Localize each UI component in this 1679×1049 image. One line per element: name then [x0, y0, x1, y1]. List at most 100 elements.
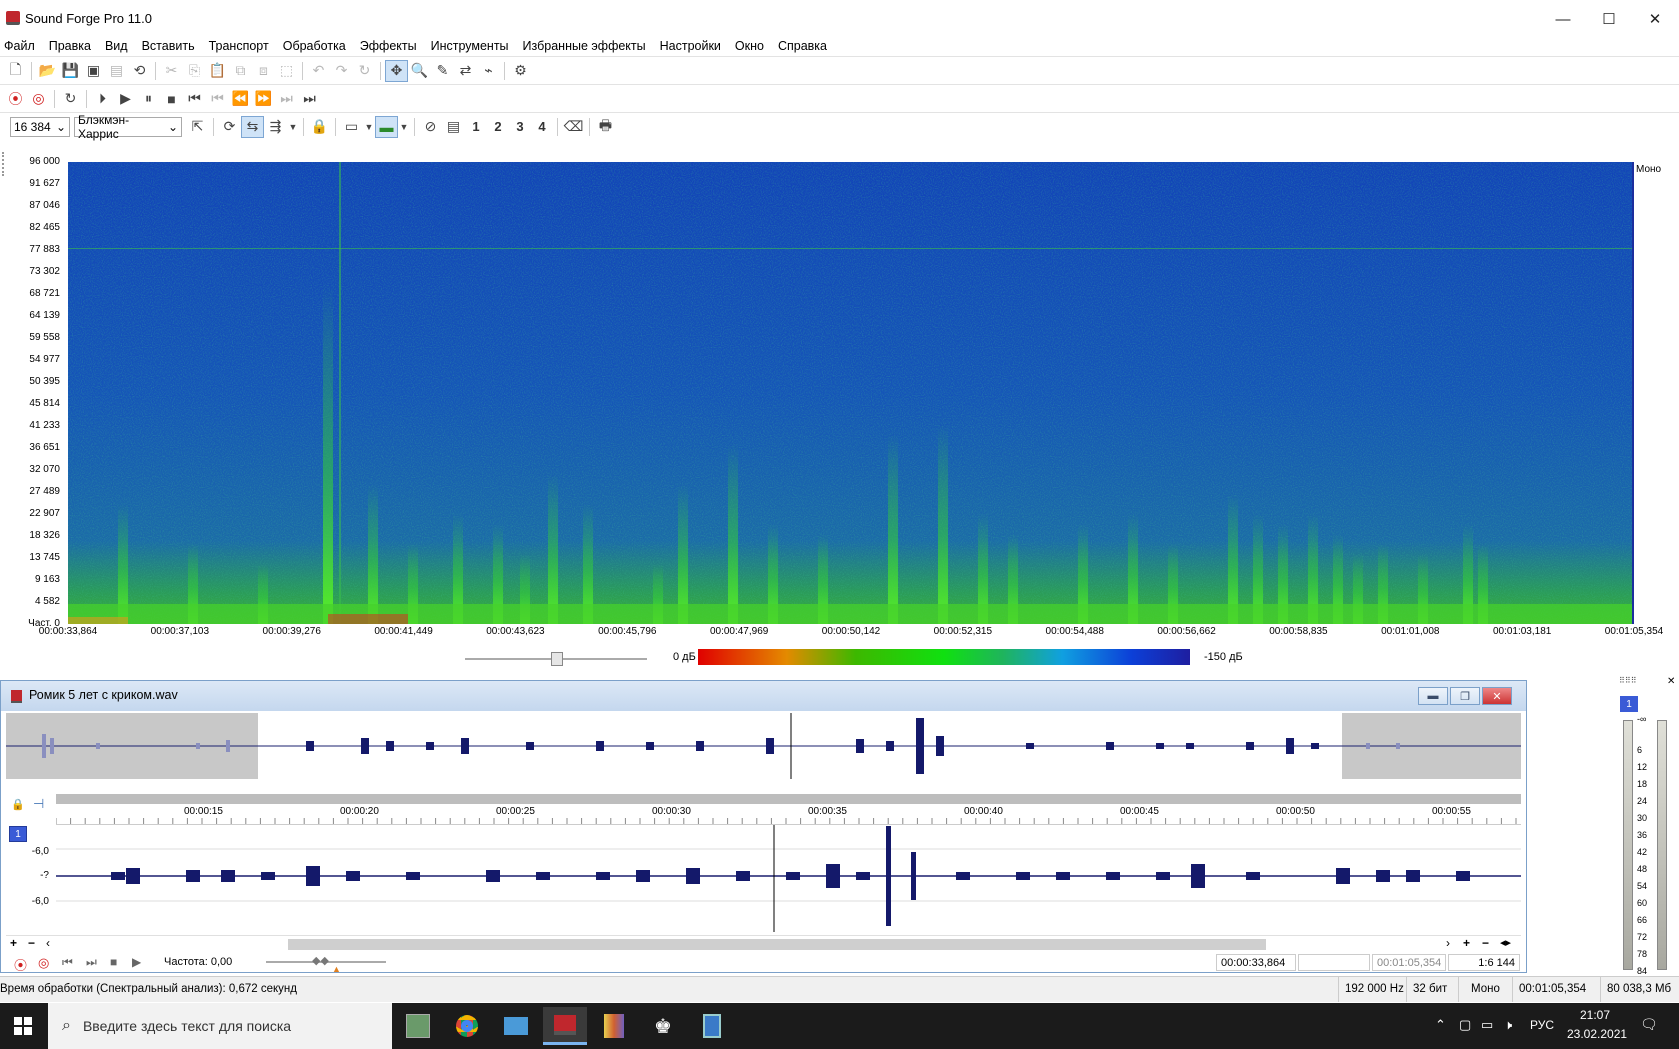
- close-button[interactable]: ✕: [1632, 0, 1678, 38]
- menu-edit[interactable]: Правка: [42, 39, 98, 53]
- waveform-view[interactable]: [56, 824, 1521, 932]
- copy-icon[interactable]: ⎘: [183, 60, 206, 82]
- document-title-bar[interactable]: Ромик 5 лет с криком.wav ▬ ❐ ✕: [1, 681, 1526, 711]
- zoom-out-icon[interactable]: −: [28, 936, 35, 950]
- go-to-start-icon[interactable]: ⏮: [62, 955, 73, 970]
- chevron-down-icon[interactable]: ▼: [287, 116, 299, 138]
- notifications-icon[interactable]: 🗨: [1640, 1016, 1658, 1033]
- undo-icon[interactable]: ↶: [307, 60, 330, 82]
- cursor-icon[interactable]: ⇱: [186, 116, 209, 138]
- window-function-select[interactable]: Блэкмэн-Харрис ⌄: [74, 113, 182, 141]
- zoom-out-icon[interactable]: −: [1482, 936, 1489, 950]
- tray-chevron-icon[interactable]: ⌃: [1435, 1017, 1446, 1033]
- repeat-icon[interactable]: ↻: [353, 60, 376, 82]
- new-file-icon[interactable]: 🗋: [4, 60, 27, 82]
- render-icon[interactable]: ⟲: [128, 60, 151, 82]
- clock-date[interactable]: 23.02.2021: [1567, 1027, 1627, 1041]
- zoom-in-icon[interactable]: +: [1463, 936, 1470, 950]
- fft-size-select[interactable]: 16 384 ⌄: [10, 116, 70, 137]
- taskbar-app-icon[interactable]: [690, 1007, 734, 1045]
- go-to-end-icon[interactable]: ⏭: [86, 955, 97, 970]
- chevron-down-icon[interactable]: ▼: [363, 116, 375, 138]
- network-icon[interactable]: ▭: [1481, 1017, 1493, 1033]
- save-as-icon[interactable]: ▣: [82, 60, 105, 82]
- taskbar-app-icon[interactable]: [396, 1007, 440, 1045]
- record-icon[interactable]: ⦿: [14, 955, 27, 974]
- minimize-button[interactable]: —: [1540, 0, 1586, 38]
- clock-time[interactable]: 21:07: [1580, 1008, 1610, 1022]
- no-icon[interactable]: ⊘: [419, 116, 442, 138]
- envelope-tool-icon[interactable]: ⌁: [477, 60, 500, 82]
- lock-icon[interactable]: 🔒: [11, 798, 25, 811]
- channel-1-button[interactable]: 1: [465, 119, 487, 134]
- magnify-tool-icon[interactable]: 🔍: [408, 60, 431, 82]
- go-to-start-icon[interactable]: ⏮: [183, 88, 206, 110]
- selection-length-box[interactable]: [1298, 954, 1370, 971]
- maximize-button[interactable]: ☐: [1586, 0, 1632, 38]
- previous-marker-icon[interactable]: ⏮: [206, 88, 229, 110]
- lock-icon[interactable]: 🔒: [308, 116, 331, 138]
- auto-update-icon[interactable]: ⇆: [241, 115, 264, 138]
- save-all-icon[interactable]: ▤: [105, 60, 128, 82]
- menu-window[interactable]: Окно: [728, 39, 771, 53]
- display-mode-icon[interactable]: ▭: [340, 116, 363, 138]
- menu-view[interactable]: Вид: [98, 39, 135, 53]
- loop-icon[interactable]: ↻: [59, 88, 82, 110]
- doc-minimize-button[interactable]: ▬: [1418, 687, 1448, 705]
- paste-special-icon[interactable]: ⧈: [252, 60, 275, 82]
- go-to-end-icon[interactable]: ⏭: [298, 88, 321, 110]
- channel-4-button[interactable]: 4: [531, 119, 553, 134]
- taskbar-app-icon[interactable]: [592, 1007, 636, 1045]
- cursor-position-box[interactable]: 00:00:33,864: [1216, 954, 1296, 971]
- forward-icon[interactable]: ⏩: [252, 88, 275, 110]
- pause-icon[interactable]: ⏸: [137, 88, 160, 110]
- menu-options[interactable]: Настройки: [653, 39, 728, 53]
- save-icon[interactable]: 💾: [59, 60, 82, 82]
- spectrogram[interactable]: [68, 162, 1634, 624]
- slider-thumb[interactable]: [551, 652, 563, 666]
- rate-slider-thumb[interactable]: ◆◆: [312, 954, 329, 967]
- refresh-icon[interactable]: ⟳: [218, 116, 241, 138]
- horizontal-scrollbar[interactable]: + − ‹ › + − ◂▸: [6, 935, 1521, 951]
- menu-tools[interactable]: Инструменты: [424, 39, 516, 53]
- scroll-left-icon[interactable]: ‹: [46, 936, 50, 950]
- meter-close-icon[interactable]: ✕: [1667, 676, 1675, 687]
- channel-2-button[interactable]: 2: [487, 119, 509, 134]
- volume-muted-icon[interactable]: 🕨: [1504, 1017, 1512, 1033]
- eraser-icon[interactable]: ⌫: [562, 116, 585, 138]
- settings-table-icon[interactable]: ▤: [442, 116, 465, 138]
- paste-icon[interactable]: 📋: [206, 60, 229, 82]
- edit-tool-icon[interactable]: ✥: [385, 59, 408, 82]
- play-icon[interactable]: ▶: [114, 88, 137, 110]
- menu-effects[interactable]: Эффекты: [353, 39, 424, 53]
- menu-file[interactable]: Файл: [0, 39, 42, 53]
- next-marker-icon[interactable]: ⏭: [275, 88, 298, 110]
- event-tool-icon[interactable]: ⇄: [454, 60, 477, 82]
- stop-icon[interactable]: ■: [160, 88, 183, 110]
- zoom-in-icon[interactable]: +: [10, 936, 17, 950]
- record-settings-icon[interactable]: ◎: [38, 955, 49, 971]
- redo-icon[interactable]: ↷: [330, 60, 353, 82]
- channel-3-button[interactable]: 3: [509, 119, 531, 134]
- taskbar-app-icon[interactable]: ♚: [641, 1007, 685, 1045]
- taskbar-search[interactable]: ⌕ Введите здесь текст для поиска: [48, 1003, 392, 1049]
- mix-icon[interactable]: ⧉: [229, 60, 252, 82]
- stop-icon[interactable]: ■: [110, 955, 117, 969]
- doc-close-button[interactable]: ✕: [1482, 687, 1512, 705]
- play-icon[interactable]: ▶: [132, 955, 141, 969]
- print-icon[interactable]: 🖶: [594, 116, 617, 138]
- record-icon[interactable]: ⦿: [4, 88, 27, 110]
- scroll-right-icon[interactable]: ›: [1446, 936, 1450, 950]
- menu-help[interactable]: Справка: [771, 39, 834, 53]
- open-icon[interactable]: 📂: [36, 60, 59, 82]
- menu-process[interactable]: Обработка: [276, 39, 353, 53]
- doc-restore-button[interactable]: ❐: [1450, 687, 1480, 705]
- sonogram-icon[interactable]: ▬: [375, 115, 398, 138]
- file-length-box[interactable]: 00:01:05,354: [1372, 954, 1446, 971]
- plugin-chainer-icon[interactable]: ⚙: [509, 60, 532, 82]
- meter-grip[interactable]: ⠿⠿⠿: [1619, 676, 1637, 685]
- menu-insert[interactable]: Вставить: [135, 39, 202, 53]
- windows-start-icon[interactable]: [14, 1017, 32, 1035]
- crop-icon[interactable]: ⬚: [275, 60, 298, 82]
- taskbar-app-icon[interactable]: [445, 1007, 489, 1045]
